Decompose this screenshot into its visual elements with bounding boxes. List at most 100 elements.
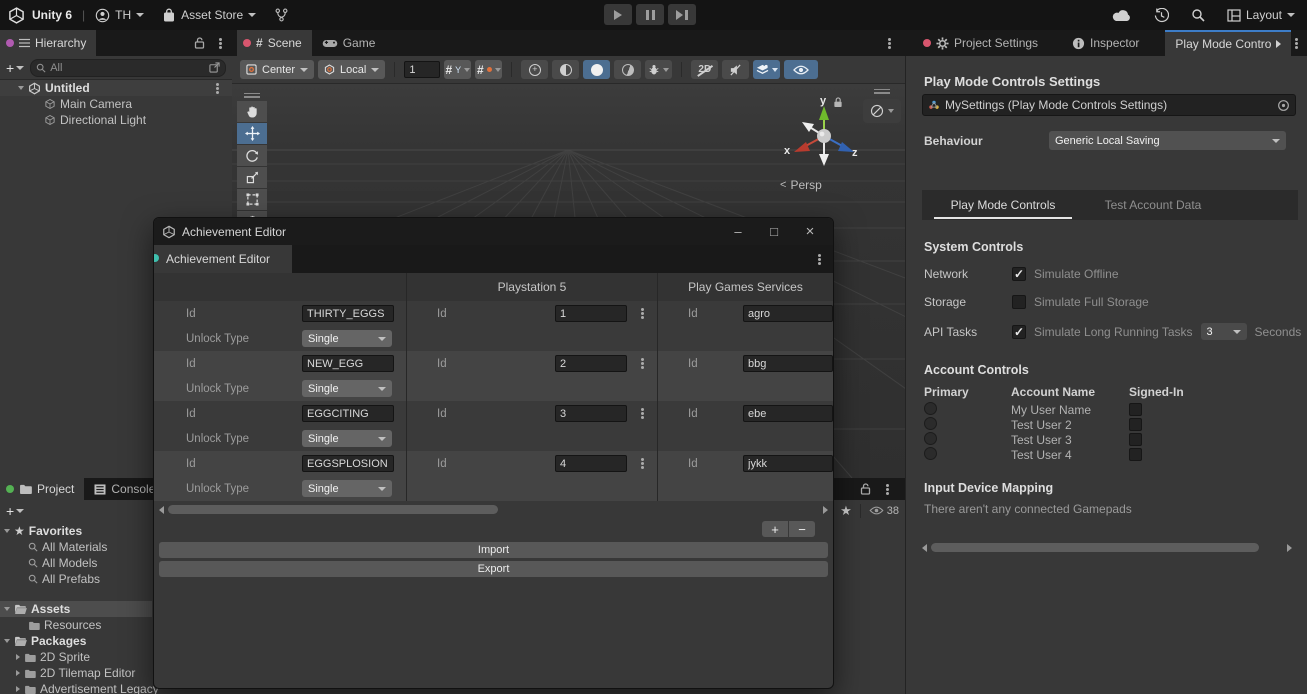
close-button[interactable]: × bbox=[795, 223, 825, 240]
primary-radio[interactable] bbox=[924, 447, 937, 460]
lock-icon[interactable] bbox=[194, 37, 205, 49]
search-input[interactable] bbox=[50, 62, 205, 74]
overlay-drag-handle[interactable] bbox=[874, 86, 890, 96]
projection-label[interactable]: < Persp bbox=[780, 178, 822, 192]
grid-snap-button[interactable]: # bbox=[475, 60, 502, 79]
maximize-button[interactable]: □ bbox=[759, 224, 789, 239]
pause-button[interactable] bbox=[636, 4, 664, 25]
orientation-gizmo[interactable]: y x z bbox=[772, 90, 858, 186]
unlock-type-dropdown[interactable]: Single bbox=[302, 480, 392, 497]
layers-overlay-button[interactable] bbox=[753, 60, 780, 79]
achievement-id-input[interactable] bbox=[302, 305, 394, 322]
dropdown-caret[interactable] bbox=[888, 109, 894, 113]
unlock-type-dropdown[interactable]: Single bbox=[302, 330, 392, 347]
scroll-right-arrow[interactable] bbox=[823, 506, 828, 514]
primary-radio[interactable] bbox=[924, 417, 937, 430]
expand-caret-icon[interactable] bbox=[18, 86, 24, 90]
ps5-id-input[interactable] bbox=[555, 355, 627, 372]
achievement-id-input[interactable] bbox=[302, 405, 394, 422]
panel-menu-icon[interactable] bbox=[818, 258, 821, 261]
signed-in-checkbox[interactable] bbox=[1129, 403, 1142, 416]
panel-menu-icon[interactable] bbox=[1295, 42, 1298, 45]
scene-visibility-button[interactable] bbox=[784, 60, 818, 79]
add-row-button[interactable]: + bbox=[762, 521, 788, 537]
ps5-id-input[interactable] bbox=[555, 405, 627, 422]
hierarchy-item-main-camera[interactable]: Main Camera bbox=[0, 96, 232, 112]
achievement-id-input[interactable] bbox=[302, 355, 394, 372]
rotate-tool[interactable] bbox=[237, 145, 267, 166]
hierarchy-item-directional-light[interactable]: Directional Light bbox=[0, 112, 232, 128]
cloud-icon[interactable] bbox=[1112, 9, 1132, 22]
subtab-play-mode-controls[interactable]: Play Mode Controls bbox=[928, 190, 1078, 220]
primary-radio[interactable] bbox=[924, 402, 937, 415]
layout-menu[interactable]: Layout bbox=[1227, 8, 1295, 22]
dropdown-caret[interactable] bbox=[663, 68, 669, 72]
popout-icon[interactable] bbox=[209, 62, 220, 73]
tab-project[interactable]: Project bbox=[0, 478, 84, 500]
row-options-icon[interactable] bbox=[641, 462, 644, 465]
create-asset-caret[interactable] bbox=[16, 509, 24, 513]
minimize-button[interactable]: – bbox=[723, 224, 753, 239]
behaviour-dropdown[interactable]: Generic Local Saving bbox=[1049, 131, 1286, 150]
tab-achievement-editor[interactable]: Achievement Editor bbox=[154, 245, 292, 273]
primary-radio[interactable] bbox=[924, 432, 937, 445]
assets-folder-row[interactable]: Assets bbox=[0, 601, 152, 617]
2d-view-toggle[interactable]: 2D bbox=[691, 60, 718, 79]
debug-dropdown-button[interactable] bbox=[645, 60, 672, 79]
saved-search-star-icon[interactable]: ★ bbox=[840, 504, 852, 517]
tab-project-settings[interactable]: Project Settings bbox=[913, 30, 1048, 56]
view-hand-tool[interactable] bbox=[237, 101, 267, 122]
row-options-icon[interactable] bbox=[641, 312, 644, 315]
simulate-full-storage-checkbox[interactable] bbox=[1012, 295, 1026, 309]
add-object-caret[interactable] bbox=[16, 66, 24, 70]
account-menu[interactable]: TH bbox=[95, 8, 144, 23]
pgs-id-input[interactable] bbox=[743, 455, 833, 472]
effects-toggle-button[interactable] bbox=[614, 60, 641, 79]
tab-hierarchy[interactable]: Hierarchy bbox=[0, 30, 96, 56]
tool-pivot-dropdown[interactable]: Center bbox=[240, 60, 314, 79]
ps5-id-input[interactable] bbox=[555, 305, 627, 322]
export-button[interactable]: Export bbox=[159, 561, 828, 577]
unlock-type-dropdown[interactable]: Single bbox=[302, 430, 392, 447]
subtab-test-account-data[interactable]: Test Account Data bbox=[1078, 190, 1228, 220]
hidden-packages-toggle[interactable]: 38 bbox=[869, 505, 899, 517]
panel-menu-icon[interactable] bbox=[219, 42, 222, 45]
row-menu-icon[interactable] bbox=[216, 87, 219, 90]
settings-object-field[interactable]: MySettings (Play Mode Controls Settings) bbox=[922, 94, 1296, 116]
overlay-drag-handle[interactable] bbox=[237, 90, 267, 100]
undo-history-icon[interactable] bbox=[1154, 8, 1169, 23]
achievement-editor-window[interactable]: Achievement Editor – □ × Achievement Edi… bbox=[153, 217, 834, 689]
shading-mode-button[interactable]: + bbox=[521, 60, 548, 79]
window-titlebar[interactable]: Achievement Editor – □ × bbox=[154, 218, 833, 245]
tool-orientation-dropdown[interactable]: Local bbox=[318, 60, 385, 79]
signed-in-checkbox[interactable] bbox=[1129, 418, 1142, 431]
dropdown-caret[interactable] bbox=[464, 68, 470, 72]
achievement-id-input[interactable] bbox=[302, 455, 394, 472]
audio-toggle-button[interactable] bbox=[583, 60, 610, 79]
tab-play-mode-control[interactable]: Play Mode Control bbox=[1165, 30, 1291, 56]
grid-axis-button[interactable]: # Y bbox=[444, 60, 471, 79]
rect-tool[interactable] bbox=[237, 189, 267, 210]
tab-inspector[interactable]: Inspector bbox=[1062, 30, 1149, 56]
step-button[interactable] bbox=[668, 4, 696, 25]
add-object-button[interactable]: + bbox=[6, 60, 14, 76]
create-asset-button[interactable]: + bbox=[6, 503, 14, 519]
scene-root-row[interactable]: Untitled bbox=[0, 80, 232, 96]
import-button[interactable]: Import bbox=[159, 542, 828, 558]
row-options-icon[interactable] bbox=[641, 412, 644, 415]
ps5-id-input[interactable] bbox=[555, 455, 627, 472]
move-tool[interactable] bbox=[237, 123, 267, 144]
panel-menu-icon[interactable] bbox=[888, 42, 891, 45]
dropdown-caret[interactable] bbox=[495, 68, 501, 72]
pgs-id-input[interactable] bbox=[743, 305, 833, 322]
scroll-left-arrow[interactable] bbox=[159, 506, 164, 514]
window-hscrollbar[interactable] bbox=[159, 505, 828, 514]
panel-hscrollbar[interactable] bbox=[922, 543, 1292, 552]
camera-view-options-button[interactable] bbox=[863, 99, 901, 123]
dropdown-caret[interactable] bbox=[772, 68, 778, 72]
object-picker-icon[interactable] bbox=[1277, 99, 1290, 112]
scroll-right-arrow[interactable] bbox=[1287, 544, 1292, 552]
remove-row-button[interactable]: − bbox=[789, 521, 815, 537]
task-duration-dropdown[interactable]: 3 bbox=[1201, 323, 1247, 340]
tab-scene[interactable]: # Scene bbox=[237, 30, 312, 56]
